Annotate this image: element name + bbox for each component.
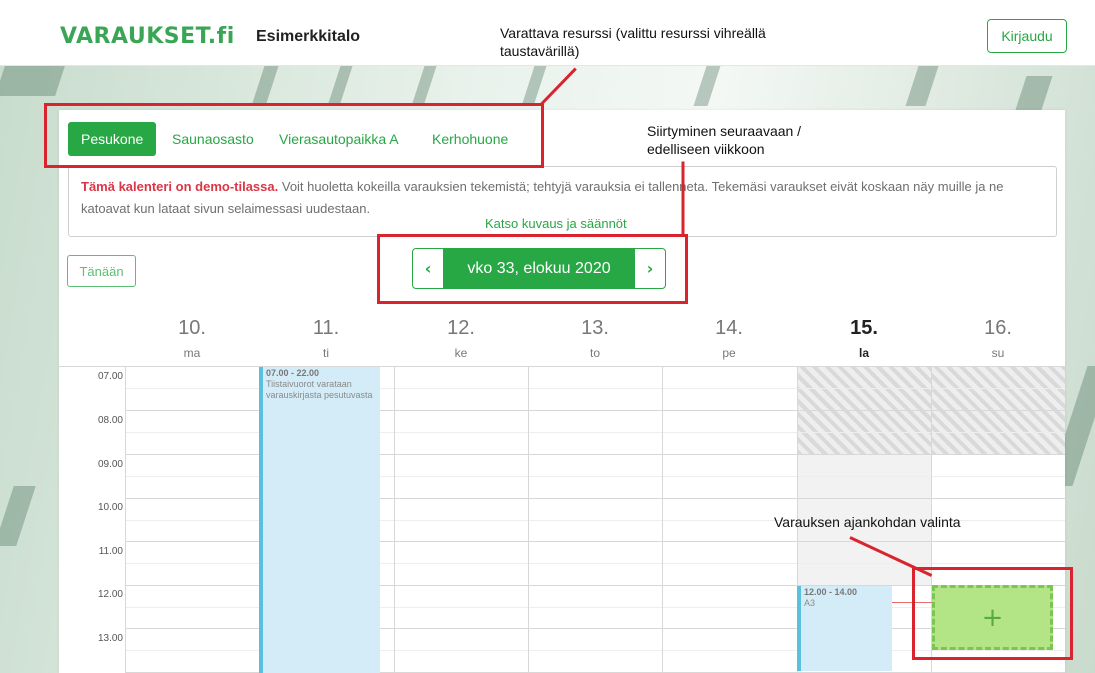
day-header-sun: 16. su bbox=[931, 317, 1065, 360]
day-name: pe bbox=[722, 346, 736, 360]
day-number: 13. bbox=[581, 317, 609, 339]
day-name: la bbox=[858, 346, 869, 360]
day-number: 12. bbox=[447, 317, 475, 339]
rules-link[interactable]: Katso kuvaus ja säännöt bbox=[485, 216, 627, 231]
day-header-sat: 15. la bbox=[797, 317, 931, 360]
time-label: 11.00 bbox=[98, 546, 123, 557]
time-label: 07.00 bbox=[97, 371, 123, 382]
annotation-resources: Varattava resurssi (valittu resurssi vih… bbox=[500, 25, 766, 59]
time-label: 10.00 bbox=[97, 502, 123, 513]
tuesday-booking-block[interactable]: 07.00 - 22.00 Tiistaivuorot varataan var… bbox=[259, 367, 380, 673]
site-name: Esimerkkitalo bbox=[256, 28, 361, 45]
event-desc: A3 bbox=[804, 598, 816, 608]
annotation-box-slot bbox=[912, 567, 1073, 660]
annotation-box-week bbox=[377, 234, 688, 304]
day-header-tue: 11. ti bbox=[259, 317, 393, 360]
annotation-week: Siirtyminen seuraavaan / edelliseen viik… bbox=[647, 123, 802, 157]
annotation-line-week bbox=[681, 161, 685, 237]
event-time: 07.00 - 22.00 bbox=[266, 368, 320, 378]
day-header-thu: 13. to bbox=[528, 317, 662, 360]
time-label: 08.00 bbox=[97, 415, 123, 426]
annotation-box-resources bbox=[44, 103, 544, 168]
day-name: su bbox=[991, 346, 1005, 360]
logo[interactable]: VARAUKSET.fi bbox=[60, 24, 235, 49]
saturday-booking[interactable]: 12.00 - 14.00 A3 bbox=[797, 586, 892, 671]
day-number: 14. bbox=[715, 317, 743, 339]
day-name: to bbox=[589, 346, 600, 360]
day-number: 10. bbox=[178, 317, 206, 339]
login-button[interactable]: Kirjaudu bbox=[987, 19, 1067, 53]
day-name: ma bbox=[183, 346, 201, 360]
day-header-mon: 10. ma bbox=[125, 317, 259, 360]
day-name: ti bbox=[323, 346, 329, 360]
time-label: 12.00 bbox=[97, 589, 123, 600]
today-button[interactable]: Tänään bbox=[67, 255, 136, 287]
day-header-fri: 14. pe bbox=[662, 317, 796, 360]
time-label: 13.00 bbox=[97, 633, 123, 644]
day-header-wed: 12. ke bbox=[394, 317, 528, 360]
time-label: 09.00 bbox=[97, 459, 123, 470]
event-time: 12.00 - 14.00 bbox=[804, 587, 858, 597]
annotation-slot: Varauksen ajankohdan valinta bbox=[774, 514, 961, 530]
notice-bold: Tämä kalenteri on demo-tilassa. bbox=[81, 179, 279, 194]
day-name: ke bbox=[454, 346, 468, 360]
day-number: 16. bbox=[984, 317, 1012, 339]
event-desc: Tiistaivuorot varataan varauskirjasta pe… bbox=[266, 379, 373, 400]
day-number: 11. bbox=[312, 317, 340, 339]
day-number: 15. bbox=[850, 317, 878, 339]
